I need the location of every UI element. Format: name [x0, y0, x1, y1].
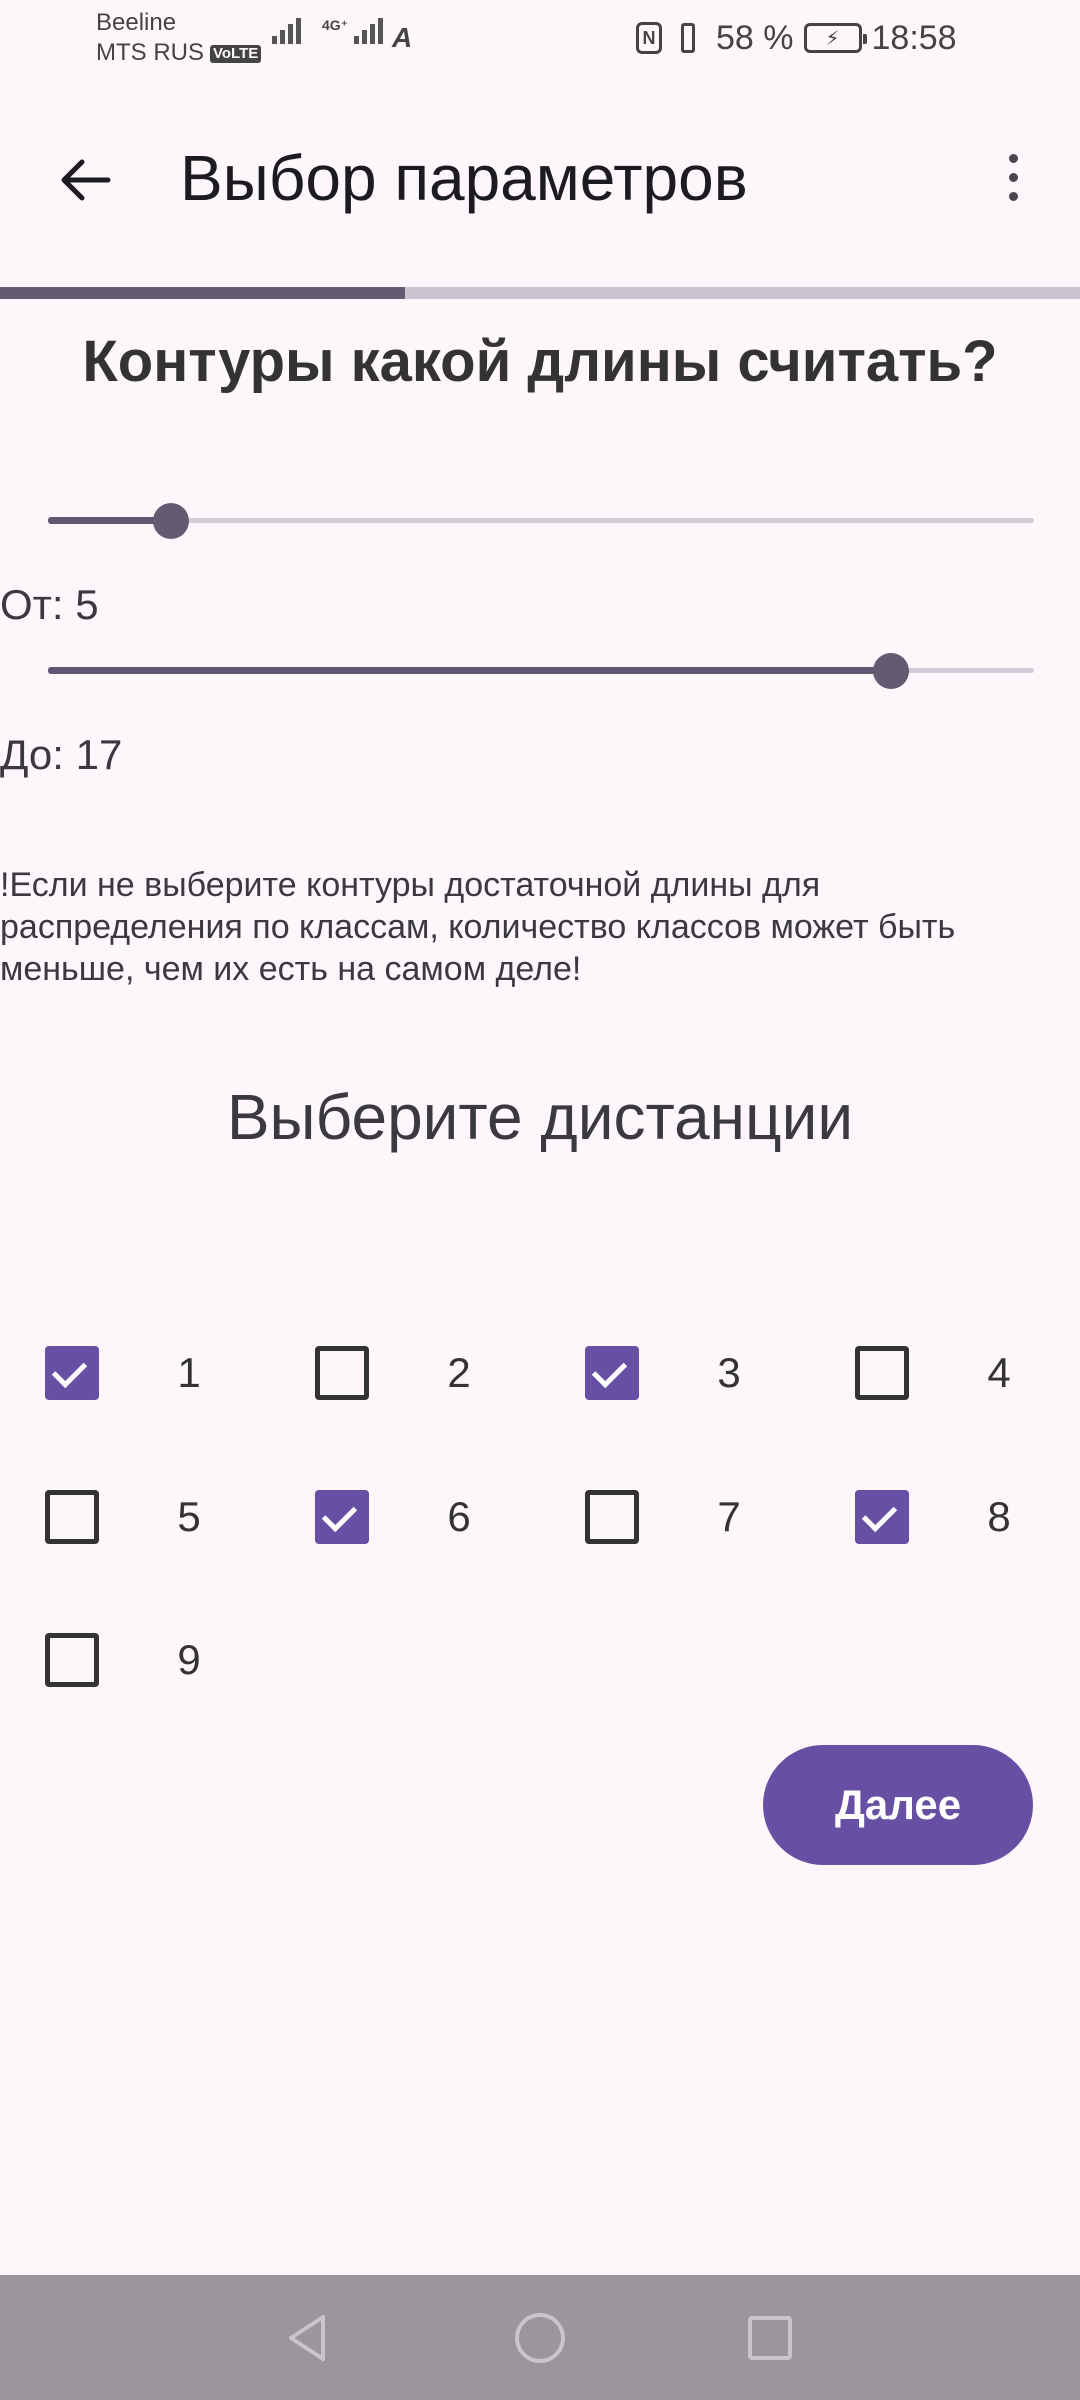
checkbox-label: 9 — [177, 1636, 201, 1683]
signal-icon — [272, 18, 301, 44]
checkbox-box[interactable] — [45, 1346, 99, 1400]
distance-checkbox-3[interactable]: 3 — [585, 1346, 835, 1436]
data-saver-icon: A — [392, 22, 413, 53]
warning-text: !Если не выберите контуры достаточной дл… — [0, 866, 956, 988]
slider-thumb[interactable] — [153, 503, 190, 539]
max-length-label: До: 17 — [0, 731, 123, 778]
distance-checkbox-8[interactable]: 8 — [855, 1490, 1080, 1580]
carrier-1-label: Beeline — [96, 9, 177, 36]
distance-checkbox-1[interactable]: 1 — [45, 1346, 295, 1436]
arrow-back-icon[interactable] — [44, 140, 124, 220]
checkbox-label: 5 — [177, 1493, 201, 1540]
progress-fill — [0, 287, 405, 299]
max-length-slider[interactable] — [48, 641, 1034, 701]
checkbox-box[interactable] — [585, 1346, 639, 1400]
nav-back-icon[interactable] — [283, 2313, 333, 2363]
checkbox-label: 4 — [987, 1349, 1011, 1396]
distance-checkbox-7[interactable]: 7 — [585, 1490, 835, 1580]
min-length-label: От: 5 — [0, 581, 99, 628]
system-nav-bar — [0, 2275, 1080, 2400]
carrier-2-text: MTS RUS — [96, 39, 204, 66]
checkbox-box[interactable] — [45, 1633, 99, 1687]
carrier-2-label: MTS RUS VoLTE — [96, 38, 262, 68]
checkbox-box[interactable] — [855, 1346, 909, 1400]
distance-checkbox-9[interactable]: 9 — [45, 1633, 295, 1723]
nav-recents-icon[interactable] — [748, 2316, 792, 2360]
checkbox-label: 8 — [987, 1493, 1011, 1540]
volte-icon: VoLTE — [210, 44, 262, 63]
battery-charging-icon: ⚡ — [803, 23, 867, 53]
network-type-label: 4G⁺ — [322, 17, 349, 33]
checkbox-box[interactable] — [585, 1490, 639, 1544]
checkbox-label: 3 — [717, 1349, 741, 1396]
next-button[interactable]: Далее — [763, 1745, 1033, 1865]
status-carrier: Beeline MTS RUS VoLTE — [96, 8, 262, 68]
distance-checkbox-4[interactable]: 4 — [855, 1346, 1080, 1436]
slider-active-track — [48, 667, 892, 674]
slider-track — [48, 518, 1034, 523]
checkbox-label: 2 — [447, 1349, 471, 1396]
more-vert-icon[interactable] — [990, 142, 1036, 212]
nav-home-icon[interactable] — [515, 2313, 565, 2363]
page-title: Выбор параметров — [180, 142, 748, 214]
min-length-slider[interactable] — [48, 491, 1034, 551]
nfc-icon: N — [636, 22, 662, 54]
checkbox-box[interactable] — [855, 1490, 909, 1544]
distance-checkbox-6[interactable]: 6 — [315, 1490, 565, 1580]
question-heading: Контуры какой длины считать? — [82, 329, 998, 394]
battery-percent: 58 % — [716, 18, 794, 57]
distance-checkbox-5[interactable]: 5 — [45, 1490, 295, 1580]
distance-checkbox-2[interactable]: 2 — [315, 1346, 565, 1436]
status-right-group: N 58 % ⚡ 18:58 — [636, 16, 957, 60]
checkbox-label: 6 — [447, 1493, 471, 1540]
checkbox-label: 7 — [717, 1493, 741, 1540]
checkbox-box[interactable] — [315, 1490, 369, 1544]
vibrate-icon — [672, 23, 706, 53]
signal-4g-icon: 4G⁺ — [322, 17, 384, 44]
checkbox-label: 1 — [177, 1349, 201, 1396]
clock: 18:58 — [871, 18, 957, 57]
slider-thumb[interactable] — [873, 653, 910, 689]
progress-bar — [0, 287, 1080, 299]
distances-title: Выберите дистанции — [226, 1081, 854, 1153]
checkbox-box[interactable] — [315, 1346, 369, 1400]
checkbox-box[interactable] — [45, 1490, 99, 1544]
